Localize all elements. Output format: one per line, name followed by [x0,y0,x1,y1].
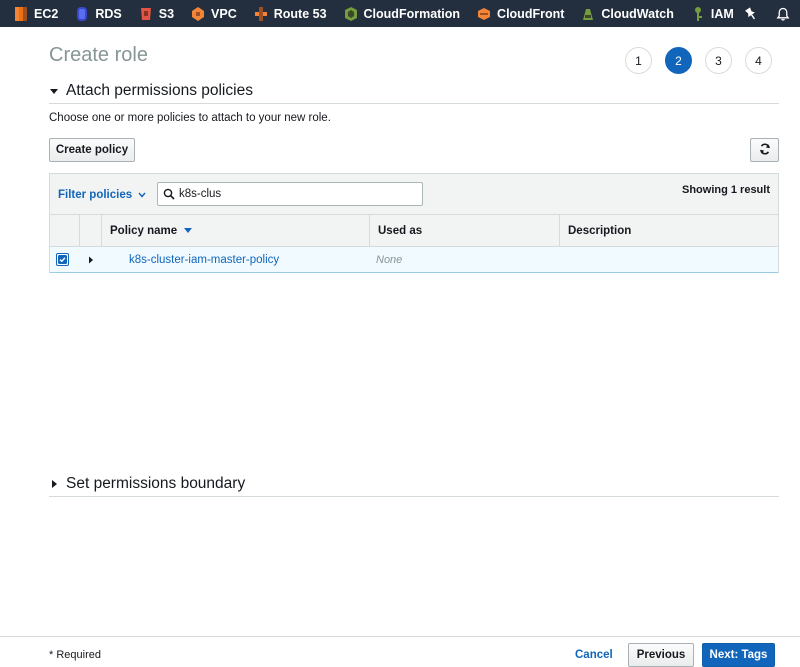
cancel-button[interactable]: Cancel [575,649,613,661]
boundary-section-title: Set permissions boundary [66,475,246,492]
row-checkbox[interactable] [56,253,69,266]
table-header: Policy name Used as Description [50,215,778,247]
step-2[interactable]: 2 [665,47,692,74]
checkmark-icon [58,255,67,264]
chevron-down-icon [138,192,146,198]
policy-used-as: None [376,254,403,266]
column-header-label: Used as [378,224,423,237]
page-title: Create role [49,44,148,66]
caret-right-icon [49,479,59,489]
create-policy-button[interactable]: Create policy [49,138,135,162]
caret-down-icon [49,86,59,96]
cloudfront-icon [477,6,491,22]
filter-policies-dropdown[interactable]: Filter policies [58,189,146,201]
result-count: Showing 1 result [681,184,770,196]
nav-vpc[interactable]: VPC [191,6,237,22]
wizard-footer: * Required Cancel Previous Next: Tags [0,636,800,667]
attach-section-header[interactable]: Attach permissions policies [49,82,779,104]
rds-icon [75,6,89,22]
search-icon [163,188,175,200]
nav-s3[interactable]: S3 [139,6,174,22]
step-3[interactable]: 3 [705,47,732,74]
expand-column-header [80,215,102,246]
select-column-header [50,215,80,246]
filter-bar: Filter policies Showing 1 result [50,174,778,215]
policy-name-link[interactable]: k8s-cluster-iam-master-policy [129,254,279,266]
column-header-label: Policy name [110,224,178,237]
refresh-icon [759,143,771,158]
column-header-policy-name[interactable]: Policy name [102,215,370,246]
nav-label: CloudWatch [601,6,674,21]
column-header-used-as[interactable]: Used as [370,215,560,246]
nav-label: RDS [95,6,122,21]
nav-route53[interactable]: Route 53 [254,6,327,22]
next-tags-button[interactable]: Next: Tags [702,643,775,667]
table-row[interactable]: k8s-cluster-iam-master-policy None [50,247,778,273]
required-note: * Required [49,649,101,661]
column-header-label: Description [568,224,632,237]
nav-cloudwatch[interactable]: CloudWatch [581,6,674,22]
bell-icon[interactable] [776,0,790,27]
nav-label: VPC [211,6,237,21]
s3-icon [139,6,153,22]
refresh-button[interactable] [750,138,779,162]
pin-icon[interactable] [744,0,758,27]
attach-section-description: Choose one or more policies to attach to… [49,112,331,124]
nav-rds[interactable]: RDS [75,6,122,22]
previous-button[interactable]: Previous [628,643,694,667]
route53-icon [254,6,268,22]
filter-policies-label: Filter policies [58,189,133,201]
nav-iam[interactable]: IAM [691,6,734,22]
attach-section-title: Attach permissions policies [66,82,253,99]
vpc-icon [191,6,205,22]
wizard-stepper: 1 2 3 4 [625,47,785,74]
cloudformation-icon [344,6,358,22]
cloudwatch-icon [581,6,595,22]
ec2-icon [14,6,28,22]
nav-label: IAM [710,6,734,21]
boundary-section-header[interactable]: Set permissions boundary [49,475,779,497]
step-1[interactable]: 1 [625,47,652,74]
top-nav: EC2 RDS S3 VPC Route 53 CloudFormation C… [0,0,800,27]
nav-label: CloudFront [497,6,565,21]
policy-search-box[interactable] [157,182,423,206]
nav-cloudformation[interactable]: CloudFormation [344,6,461,22]
nav-label: EC2 [34,6,59,21]
nav-label: S3 [158,6,175,21]
policies-table: Filter policies Showing 1 result Policy … [49,173,779,273]
step-4[interactable]: 4 [745,47,772,74]
sort-desc-icon [184,228,193,233]
nav-ec2[interactable]: EC2 [14,6,58,22]
nav-label: Route 53 [273,6,327,21]
expand-row-icon[interactable] [88,256,94,264]
policy-search-input[interactable] [179,188,419,200]
nav-cloudfront[interactable]: CloudFront [477,6,564,22]
iam-icon [691,6,705,22]
nav-label: CloudFormation [363,6,461,21]
column-header-description[interactable]: Description [560,215,778,246]
